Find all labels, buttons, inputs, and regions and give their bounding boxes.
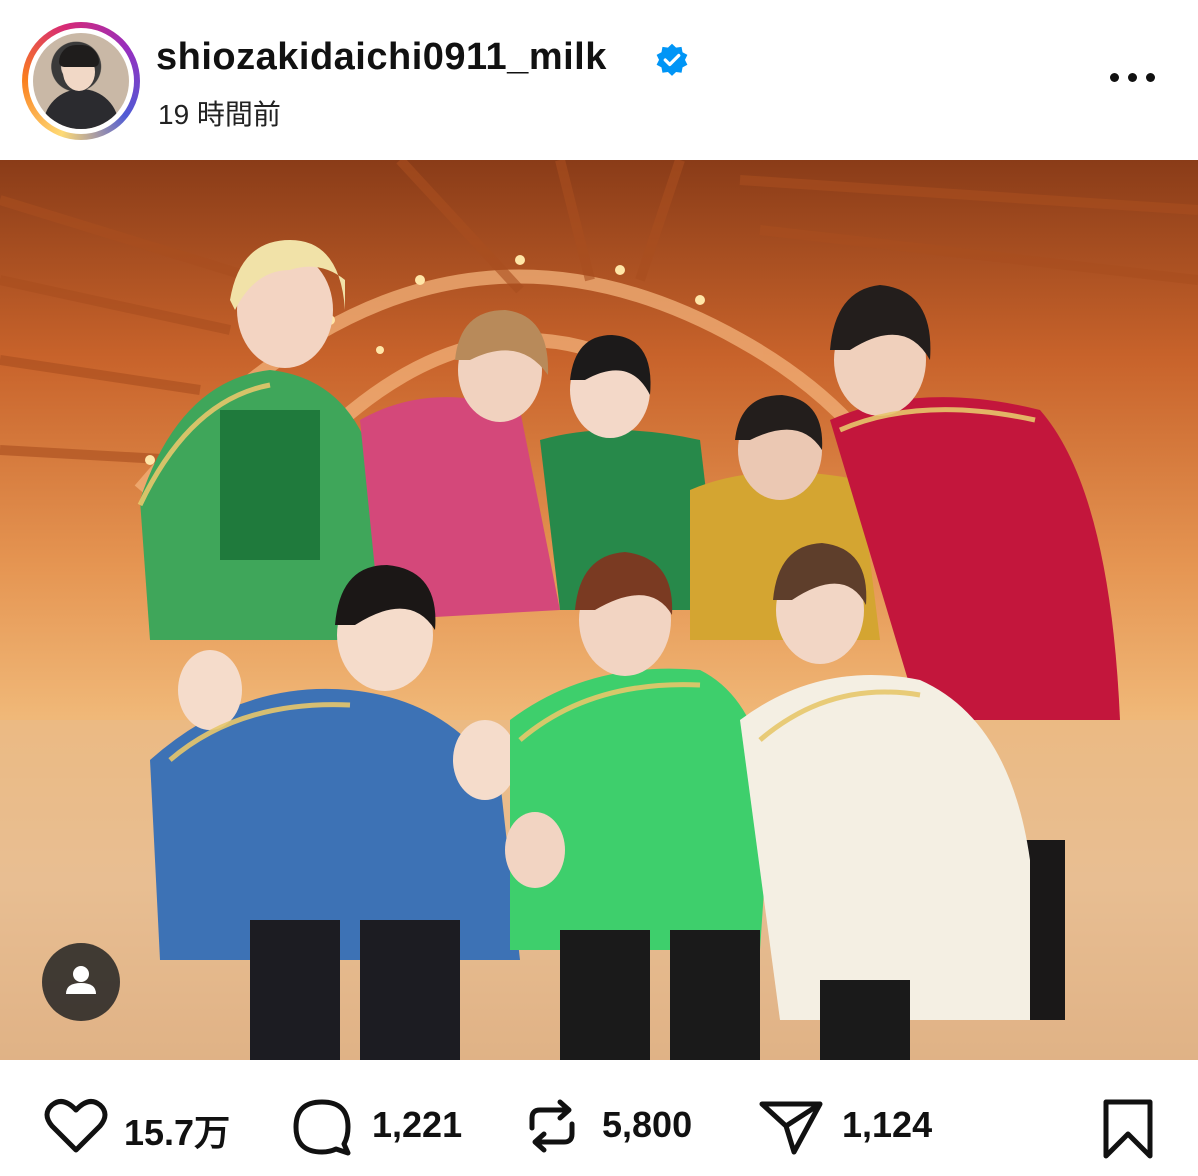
comment-button[interactable]: 1,221 [290,1096,490,1156]
photo-illustration [0,160,1198,1060]
repost-button[interactable]: 5,800 [520,1096,730,1156]
post-photo[interactable] [0,160,1198,1060]
verified-badge-icon [656,43,688,76]
repost-icon [529,1099,575,1153]
person-icon [66,966,96,994]
comment-icon [293,1099,351,1156]
avatar[interactable] [33,33,129,129]
share-count: 1,124 [842,1104,933,1145]
post-header: shiozakidaichi0911_milk 19 時間前 [0,0,1198,160]
story-ring[interactable] [22,22,140,140]
save-button[interactable] [1096,1096,1160,1159]
bookmark-icon [1103,1099,1153,1159]
user-tag-button[interactable] [42,943,120,1021]
heart-icon [44,1098,108,1153]
comment-count: 1,221 [372,1104,463,1145]
post-timestamp: 19 時間前 [158,99,281,130]
action-bar: 15.7万 1,221 5,800 1,124 [0,1060,1198,1176]
username-link[interactable]: shiozakidaichi0911_milk [156,36,607,79]
send-icon [759,1101,823,1155]
more-options-icon[interactable] [1106,60,1160,100]
repost-count: 5,800 [602,1104,693,1145]
share-button[interactable]: 1,124 [756,1096,956,1156]
like-button[interactable]: 15.7万 [44,1096,254,1156]
like-count: 15.7万 [124,1112,231,1153]
